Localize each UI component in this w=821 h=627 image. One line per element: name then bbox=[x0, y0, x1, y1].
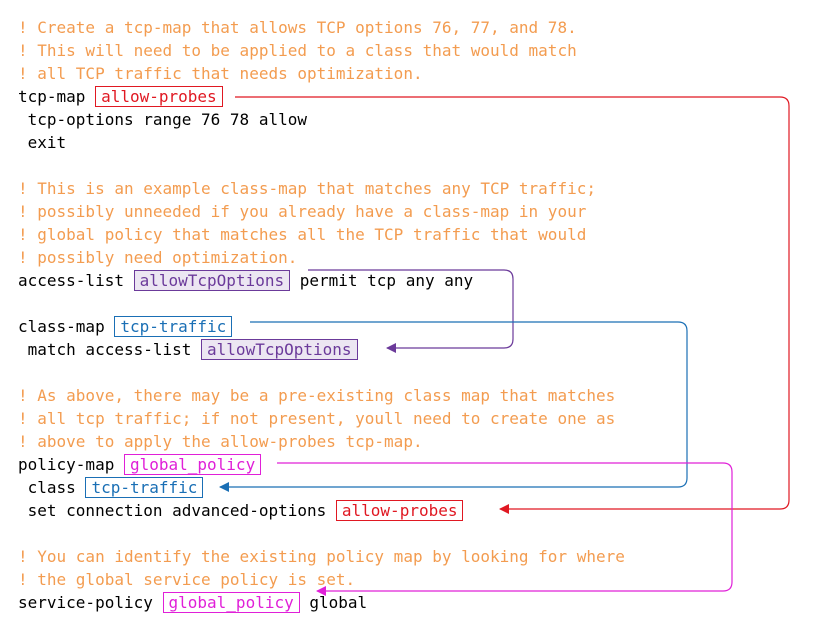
service-policy-keyword: service-policy bbox=[18, 593, 163, 612]
tcp-map-line: tcp-map allow-probes bbox=[18, 85, 223, 108]
exit-line: exit bbox=[18, 133, 67, 152]
class-map-name-def: tcp-traffic bbox=[114, 316, 233, 337]
comment-line: ! possibly need optimization. bbox=[18, 248, 298, 267]
tcp-options-line: tcp-options range 76 78 allow bbox=[18, 110, 307, 129]
comment-line: ! Create a tcp-map that allows TCP optio… bbox=[18, 18, 577, 37]
comment-line: ! all TCP traffic that needs optimizatio… bbox=[18, 64, 423, 83]
set-connection-keyword: set connection advanced-options bbox=[18, 501, 336, 520]
class-map-line: class-map tcp-traffic bbox=[18, 315, 233, 338]
access-list-name-ref: allowTcpOptions bbox=[201, 339, 358, 360]
policy-map-line: policy-map global_policy bbox=[18, 453, 262, 476]
class-line: class tcp-traffic bbox=[18, 476, 204, 499]
class-map-keyword: class-map bbox=[18, 317, 115, 336]
comment-line: ! You can identify the existing policy m… bbox=[18, 547, 625, 566]
comment-line: ! This will need to be applied to a clas… bbox=[18, 41, 577, 60]
policy-map-keyword: policy-map bbox=[18, 455, 124, 474]
match-keyword: match access-list bbox=[18, 340, 202, 359]
service-policy-rest: global bbox=[299, 593, 368, 612]
tcp-map-keyword: tcp-map bbox=[18, 87, 96, 106]
tcp-map-name-ref: allow-probes bbox=[335, 500, 464, 521]
access-list-keyword: access-list bbox=[18, 271, 134, 290]
comment-line: ! As above, there may be a pre-existing … bbox=[18, 386, 616, 405]
tcp-map-name-def: allow-probes bbox=[95, 86, 223, 107]
comment-line: ! This is an example class-map that matc… bbox=[18, 179, 596, 198]
comment-line: ! above to apply the allow-probes tcp-ma… bbox=[18, 432, 423, 451]
access-list-line: access-list allowTcpOptions permit tcp a… bbox=[18, 269, 473, 292]
service-policy-line: service-policy global_policy global bbox=[18, 591, 367, 614]
policy-map-name-def: global_policy bbox=[123, 454, 262, 475]
access-list-rest: permit tcp any any bbox=[290, 271, 474, 290]
access-list-name-def: allowTcpOptions bbox=[133, 270, 291, 291]
class-keyword: class bbox=[18, 478, 86, 497]
comment-line: ! global policy that matches all the TCP… bbox=[18, 225, 587, 244]
comment-line: ! possibly unneeded if you already have … bbox=[18, 202, 587, 221]
match-line: match access-list allowTcpOptions bbox=[18, 338, 358, 361]
comment-line: ! all tcp traffic; if not present, youll… bbox=[18, 409, 616, 428]
comment-line: ! the global service policy is set. bbox=[18, 570, 356, 589]
policy-map-name-ref: global_policy bbox=[162, 592, 300, 613]
class-map-name-ref: tcp-traffic bbox=[85, 477, 204, 498]
set-connection-line: set connection advanced-options allow-pr… bbox=[18, 499, 464, 522]
